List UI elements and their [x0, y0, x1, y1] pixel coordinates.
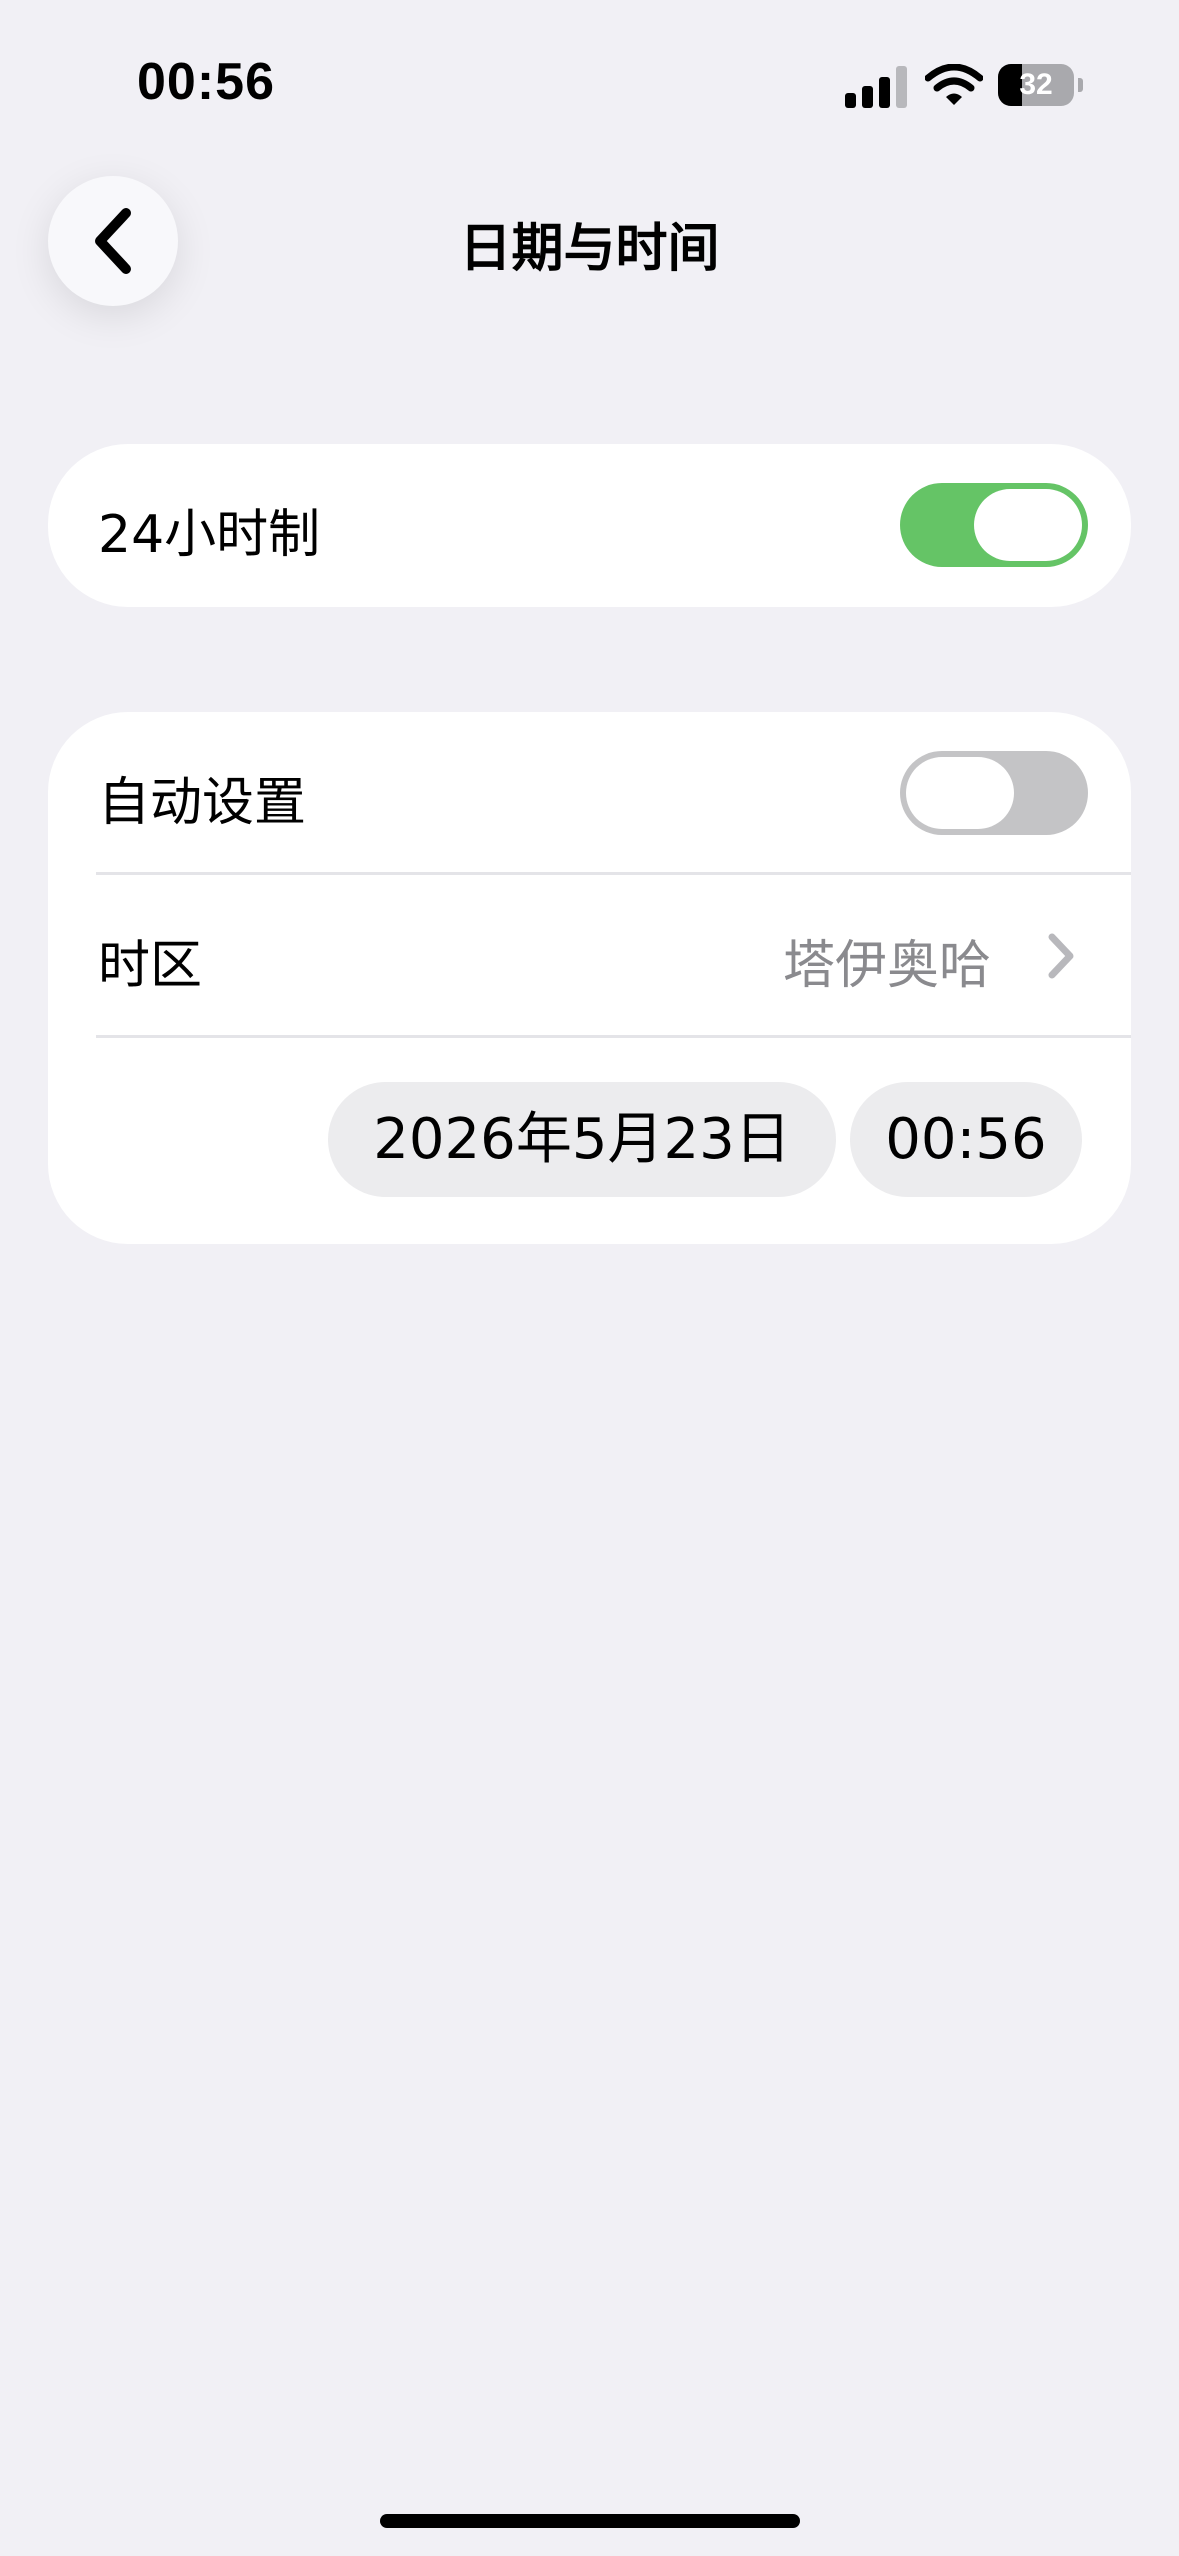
battery-icon: 32: [998, 64, 1084, 108]
format-24h-row: 24小时制: [48, 444, 1131, 607]
cellular-signal-icon: [845, 66, 907, 108]
datetime-card: 自动设置 时区 塔伊奥哈 2026年5月23日 00:56: [48, 712, 1131, 1244]
format-24h-label: 24小时制: [98, 505, 321, 565]
timezone-label: 时区: [98, 936, 203, 996]
timezone-row[interactable]: 时区 塔伊奥哈: [48, 875, 1131, 1035]
format-24h-card: 24小时制: [48, 444, 1131, 607]
status-time: 00:56: [137, 53, 275, 111]
home-indicator[interactable]: [380, 2514, 800, 2528]
date-picker-button[interactable]: 2026年5月23日: [328, 1082, 836, 1197]
wifi-icon: [924, 63, 984, 108]
timezone-value: 塔伊奥哈: [783, 936, 992, 996]
divider: [96, 1035, 1131, 1038]
battery-level: 32: [1019, 68, 1053, 101]
time-picker-button[interactable]: 00:56: [850, 1082, 1082, 1197]
page-title: 日期与时间: [459, 219, 720, 279]
status-bar: 00:56 32: [0, 0, 1179, 160]
auto-set-row: 自动设置: [48, 712, 1131, 872]
chevron-right-icon: [1046, 931, 1076, 981]
format-24h-toggle[interactable]: [900, 483, 1088, 567]
auto-set-toggle[interactable]: [900, 751, 1088, 835]
auto-set-label: 自动设置: [98, 773, 307, 833]
